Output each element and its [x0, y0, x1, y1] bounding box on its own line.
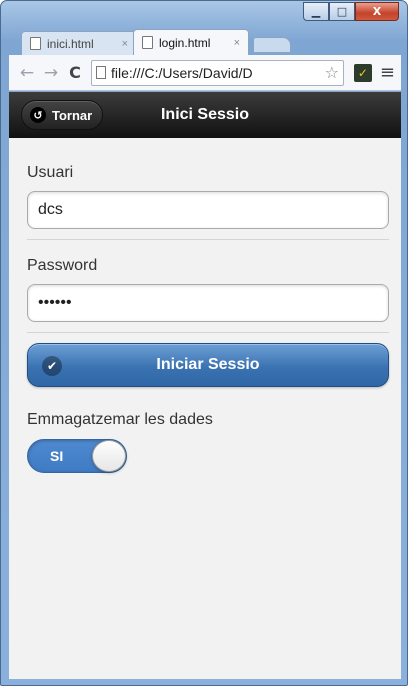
back-arrow-icon[interactable]: ← — [15, 63, 39, 83]
toggle-knob[interactable] — [92, 440, 126, 472]
maximize-button[interactable]: □ — [329, 2, 355, 21]
store-data-toggle[interactable]: SI — [27, 439, 127, 473]
tab-close-icon[interactable]: × — [122, 38, 128, 50]
tab-login[interactable]: login.html × — [133, 29, 249, 55]
page-icon — [30, 37, 41, 50]
window-controls: ▁ □ X — [303, 2, 399, 21]
toggle-label: SI — [50, 448, 64, 464]
password-label: Password — [27, 257, 98, 274]
page-viewport: ↺ Tornar Inici Sessio Usuari dcs Passwor… — [9, 92, 401, 679]
back-icon: ↺ — [30, 107, 46, 123]
tab-inici[interactable]: inici.html × — [21, 31, 137, 55]
address-bar[interactable]: file:///C:/Users/David/D ☆ — [91, 59, 344, 86]
password-input[interactable]: •••••• — [27, 284, 389, 322]
check-icon: ✔ — [42, 356, 62, 376]
divider — [27, 332, 389, 333]
new-tab-button[interactable] — [253, 37, 291, 53]
back-button[interactable]: ↺ Tornar — [21, 100, 104, 130]
menu-icon[interactable]: ≡ — [380, 62, 395, 83]
address-url: file:///C:/Users/David/D — [111, 64, 253, 81]
close-window-button[interactable]: X — [355, 2, 399, 21]
tab-label: login.html — [159, 35, 211, 50]
page-header: ↺ Tornar Inici Sessio — [9, 92, 401, 138]
user-label: Usuari — [27, 164, 74, 181]
login-form: Usuari dcs Password •••••• ✔ Iniciar Ses… — [9, 164, 401, 473]
login-button[interactable]: ✔ Iniciar Sessio — [27, 343, 389, 387]
login-button-label: Iniciar Sessio — [156, 356, 260, 373]
back-button-label: Tornar — [52, 107, 93, 123]
page-icon — [142, 36, 153, 49]
store-data-label: Emmagatzemar les dades — [27, 411, 213, 428]
star-icon[interactable]: ☆ — [325, 63, 339, 82]
page-title: Inici Sessio — [160, 106, 250, 123]
divider — [27, 239, 389, 240]
forward-arrow-icon[interactable]: → — [39, 63, 63, 83]
tab-label: inici.html — [47, 36, 94, 51]
reload-icon[interactable]: C — [63, 63, 87, 82]
extension-icon[interactable]: ✓ — [353, 63, 372, 82]
user-input[interactable]: dcs — [27, 191, 389, 229]
tab-close-icon[interactable]: × — [234, 37, 240, 49]
minimize-button[interactable]: ▁ — [303, 2, 329, 21]
browser-window: ▁ □ X inici.html × login.html × ← → C fi… — [0, 0, 408, 686]
browser-toolbar: ← → C file:///C:/Users/David/D ☆ ✓ ≡ — [9, 55, 401, 91]
page-icon — [96, 66, 106, 79]
tab-strip: inici.html × login.html × — [21, 29, 291, 55]
